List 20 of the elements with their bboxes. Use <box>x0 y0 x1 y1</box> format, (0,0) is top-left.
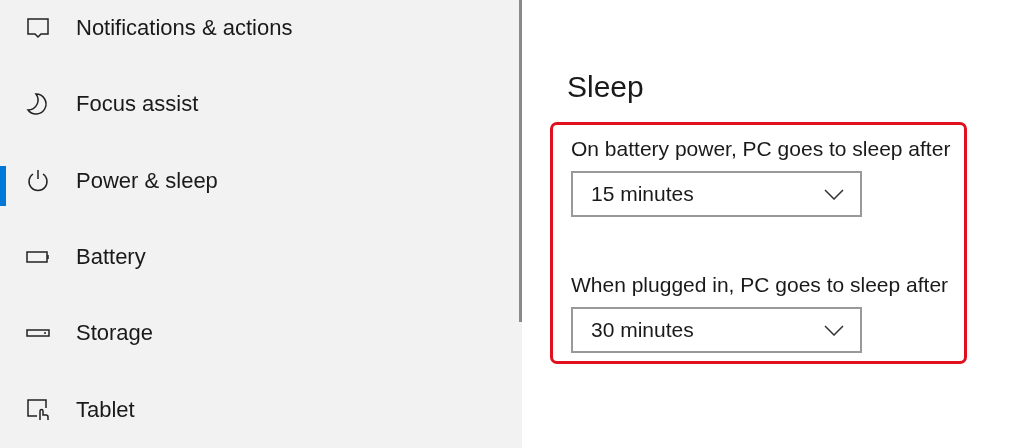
sidebar-item[interactable]: Focus assist <box>0 66 519 143</box>
setting-label: On battery power, PC goes to sleep after <box>571 137 951 161</box>
setting-label: When plugged in, PC goes to sleep after <box>571 273 950 297</box>
sidebar-item[interactable]: Notifications & actions <box>0 0 519 67</box>
chevron-down-icon <box>824 324 844 336</box>
sidebar-item[interactable]: Battery <box>0 219 519 296</box>
dropdown[interactable]: 15 minutes <box>571 171 862 217</box>
power-icon <box>26 168 50 193</box>
sidebar-item[interactable]: Storage <box>0 295 519 372</box>
sidebar-item[interactable]: Power & sleep <box>0 142 519 219</box>
moon-icon <box>26 92 50 117</box>
scrollbar[interactable] <box>519 0 522 322</box>
section-title: Sleep <box>567 70 644 104</box>
chevron-down-icon <box>824 188 844 200</box>
tablet-touch-icon <box>26 397 50 422</box>
battery-icon <box>26 251 50 264</box>
dropdown[interactable]: 30 minutes <box>571 307 862 353</box>
chat-bubble-icon <box>26 16 50 41</box>
storage-drive-icon <box>26 329 50 338</box>
sidebar-item[interactable]: Tablet <box>0 371 519 448</box>
